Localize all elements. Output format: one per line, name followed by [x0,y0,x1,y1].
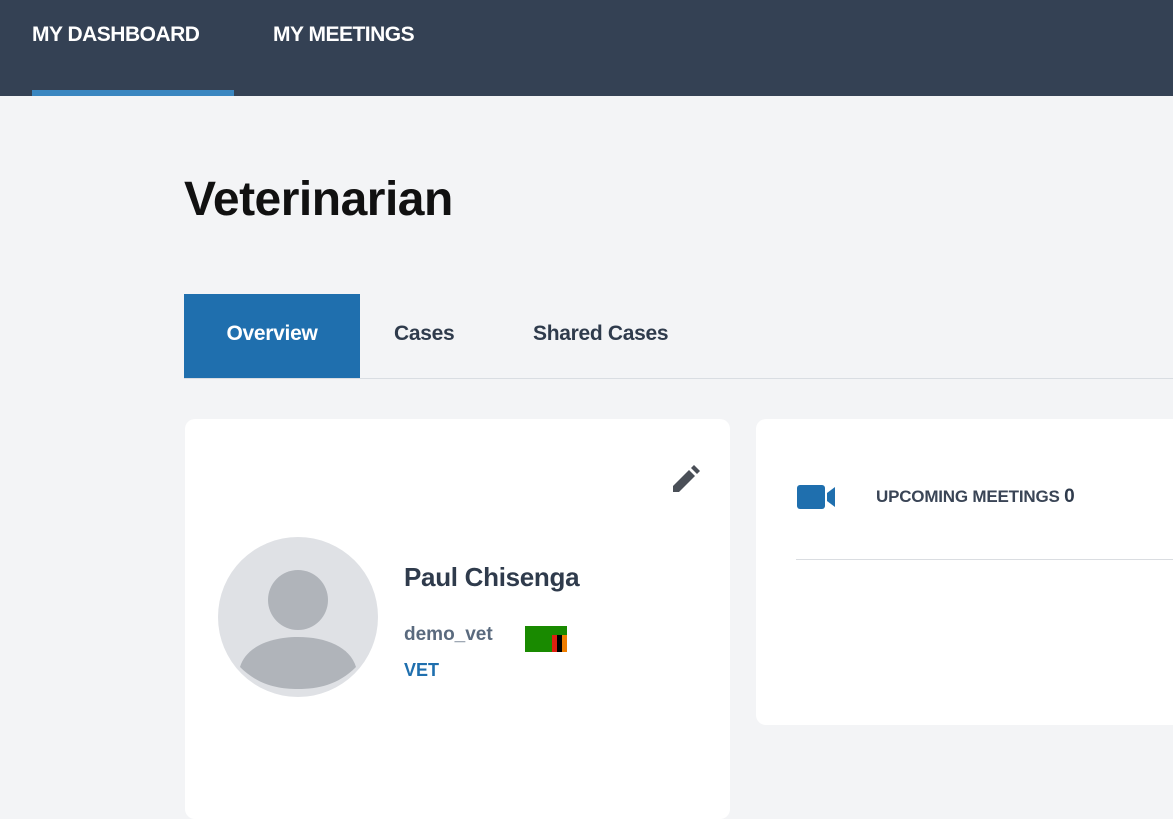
upcoming-meetings-count: 0 [1064,486,1075,507]
zambia-flag-icon [525,626,567,652]
tabs-divider [184,378,1173,379]
nav-my-dashboard[interactable]: MY DASHBOARD [32,0,234,96]
user-silhouette-icon [240,570,356,689]
active-nav-indicator [32,90,234,96]
edit-profile-button[interactable] [669,462,703,496]
user-full-name: Paul Chisenga [404,562,580,592]
avatar [218,537,378,697]
upcoming-meetings-heading: UPCOMING MEETINGS 0 [876,486,1075,508]
username: demo_vet [404,624,493,645]
nav-my-meetings[interactable]: MY MEETINGS [273,0,415,96]
upcoming-meetings-card [756,419,1173,725]
user-role-badge: VET [404,660,440,680]
tab-cases[interactable]: Cases [394,294,455,378]
top-navigation-bar: MY DASHBOARD MY MEETINGS [0,0,1173,96]
page-title: Veterinarian [184,173,453,226]
video-camera-icon [797,485,837,509]
meetings-divider [796,559,1173,560]
pencil-icon [673,465,700,492]
upcoming-meetings-label: UPCOMING MEETINGS [876,487,1060,506]
tab-overview[interactable]: Overview [184,294,360,378]
tab-shared-cases[interactable]: Shared Cases [533,294,669,378]
